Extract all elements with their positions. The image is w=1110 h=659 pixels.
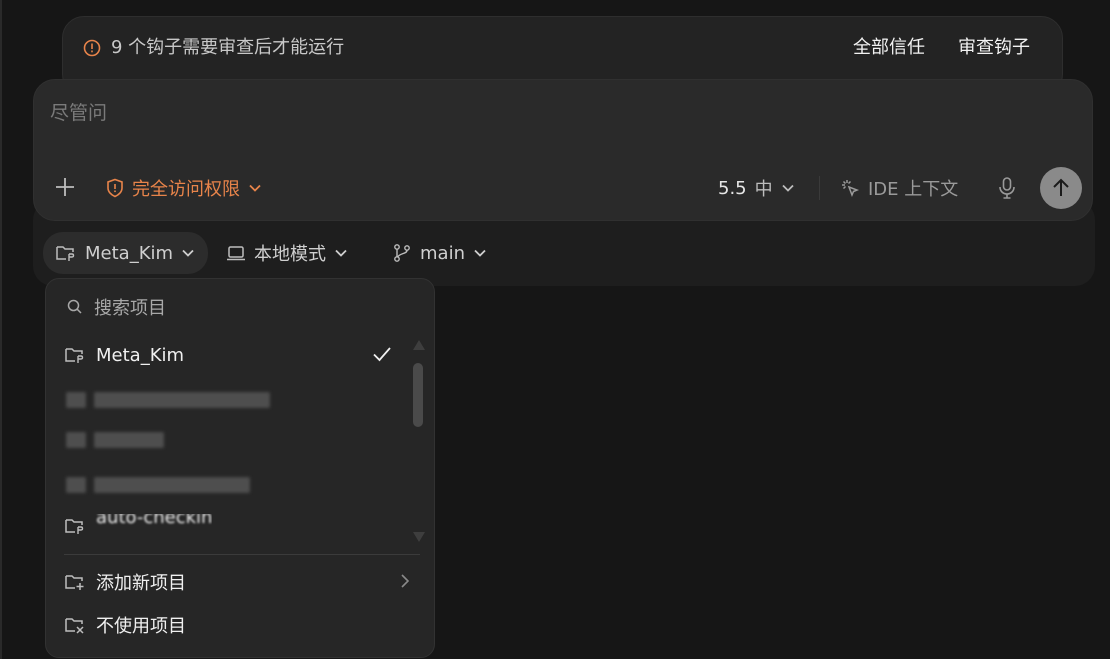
folder-icon: [64, 516, 86, 536]
chevron-right-icon: [400, 573, 410, 589]
branch-label: main: [420, 242, 465, 264]
chevron-down-icon: [248, 183, 262, 193]
no-project-option[interactable]: 不使用项目: [64, 612, 186, 638]
project-label: Meta_Kim: [85, 242, 174, 264]
folder-icon: [64, 345, 86, 365]
chevron-down-icon: [781, 183, 795, 193]
shield-warning-icon: [106, 178, 124, 198]
add-attachment-icon[interactable]: [54, 176, 76, 198]
redacted-project-name: [94, 432, 164, 448]
checkmark-icon: [372, 345, 392, 363]
laptop-icon: [226, 244, 246, 262]
redacted-folder-icon: [66, 432, 86, 448]
redacted-folder-icon: [66, 392, 86, 408]
chevron-down-icon: [181, 248, 195, 258]
add-project-label: 添加新项目: [96, 573, 186, 594]
model-selector[interactable]: 5.5 中: [718, 176, 795, 200]
project-option-label: Meta_Kim: [96, 344, 185, 366]
redacted-folder-icon: [66, 477, 86, 493]
project-option-redacted[interactable]: [66, 430, 164, 450]
hook-review-message: 9 个钩子需要审查后才能运行: [111, 37, 345, 58]
permission-selector[interactable]: 完全访问权限: [106, 176, 262, 200]
dropdown-divider: [64, 554, 420, 555]
chevron-down-icon: [473, 248, 487, 258]
prompt-composer[interactable]: 尽管问 完全访问权限 5.5 中 IDE 上下文: [33, 79, 1093, 221]
prompt-input[interactable]: 尽管问: [50, 100, 107, 126]
folder-x-icon: [64, 615, 86, 635]
add-project-option[interactable]: 添加新项目: [64, 569, 186, 595]
project-option-redacted[interactable]: [66, 390, 270, 410]
project-option-selected[interactable]: Meta_Kim: [64, 342, 184, 368]
project-dropdown: 搜索项目 Meta_Kim auto-checkin 添加新项目 不使用项目: [45, 278, 435, 658]
chevron-down-icon: [334, 248, 348, 258]
cursor-click-icon: [840, 178, 860, 198]
folder-plus-icon: [64, 572, 86, 592]
model-effort: 中: [754, 179, 773, 200]
scroll-down-icon[interactable]: [412, 531, 426, 543]
trust-all-button[interactable]: 全部信任: [853, 36, 925, 60]
scroll-up-icon[interactable]: [412, 339, 426, 351]
app-window: 9 个钩子需要审查后才能运行 全部信任 审查钩子 尽管问 完全访问权限 5.5 …: [0, 0, 1110, 659]
mode-label: 本地模式: [254, 244, 326, 265]
project-search-input[interactable]: 搜索项目: [94, 294, 166, 320]
folder-icon: [55, 243, 77, 263]
model-version: 5.5: [718, 177, 747, 199]
arrow-up-icon: [1050, 177, 1072, 199]
ide-context-label: IDE 上下文: [868, 179, 959, 200]
project-search[interactable]: 搜索项目: [66, 295, 166, 319]
mode-selector[interactable]: 本地模式: [226, 232, 348, 274]
ide-context-toggle[interactable]: IDE 上下文: [840, 176, 958, 200]
project-option-partial[interactable]: auto-checkin: [64, 514, 212, 536]
toolbar-divider: [819, 176, 820, 200]
send-button[interactable]: [1040, 167, 1082, 209]
redacted-project-name: [94, 392, 270, 408]
project-option-redacted[interactable]: [66, 475, 250, 495]
project-option-label: auto-checkin: [96, 514, 213, 528]
scrollbar-thumb[interactable]: [413, 363, 423, 427]
branch-selector[interactable]: main: [392, 232, 487, 274]
search-icon: [66, 298, 84, 316]
microphone-icon[interactable]: [996, 176, 1018, 200]
git-branch-icon: [392, 243, 412, 263]
redacted-project-name: [94, 477, 250, 493]
permission-label: 完全访问权限: [132, 179, 240, 200]
project-selector[interactable]: Meta_Kim: [43, 232, 208, 274]
review-hooks-button[interactable]: 审查钩子: [958, 36, 1030, 60]
warning-icon: [83, 39, 101, 57]
left-edge-border: [0, 0, 2, 659]
no-project-label: 不使用项目: [96, 616, 186, 637]
